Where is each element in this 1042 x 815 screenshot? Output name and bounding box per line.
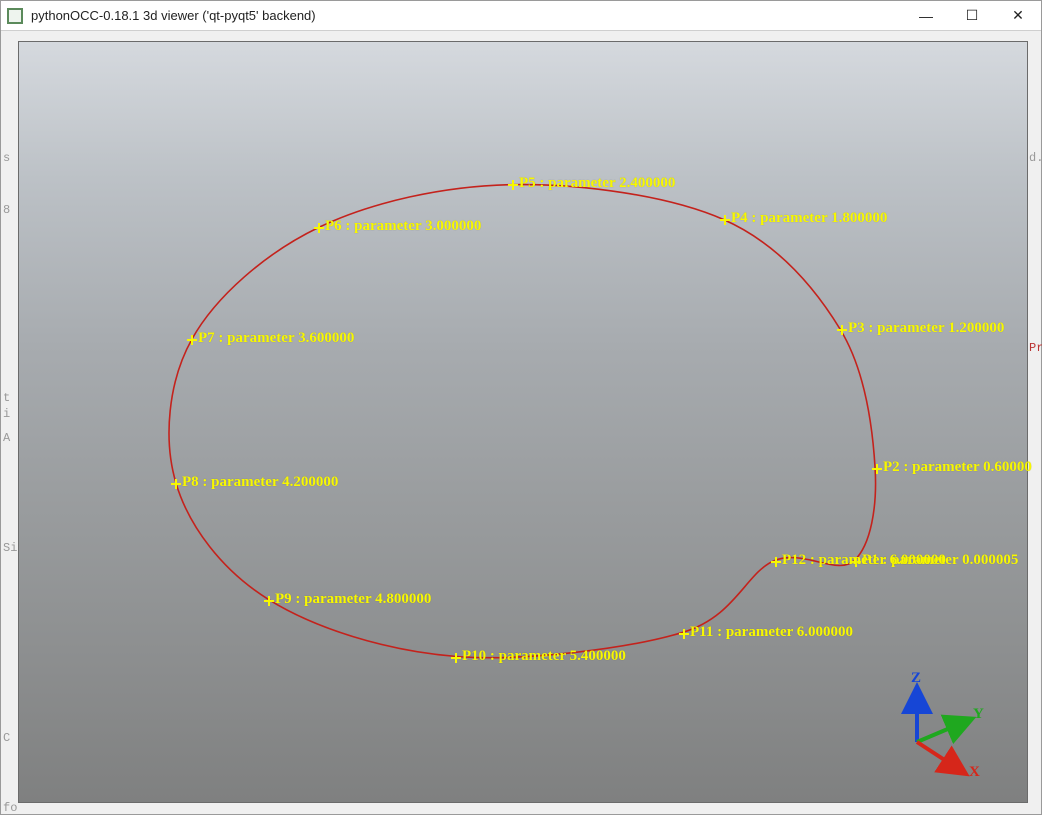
axis-trihedron: Z Y X	[877, 672, 987, 782]
point-marker-p3	[837, 325, 847, 335]
minimize-button[interactable]: —	[903, 1, 949, 30]
point-marker-p4	[720, 215, 730, 225]
bg-fragment: i	[3, 407, 10, 421]
point-label-p4: P4 : parameter 1.800000	[731, 210, 887, 227]
point-label-p5: P5 : parameter 2.400000	[519, 175, 675, 192]
window-controls: — ☐ ✕	[903, 1, 1041, 30]
point-marker-p2	[872, 464, 882, 474]
point-label-p6: P6 : parameter 3.000000	[325, 218, 481, 235]
axis-x-label: X	[969, 764, 980, 781]
close-button[interactable]: ✕	[995, 1, 1041, 30]
point-label-p8: P8 : parameter 4.200000	[182, 474, 338, 491]
axis-y-label: Y	[973, 706, 984, 723]
bg-fragment: C	[3, 731, 10, 745]
maximize-button[interactable]: ☐	[949, 1, 995, 30]
point-marker-p1	[851, 557, 861, 567]
point-marker-p5	[508, 180, 518, 190]
point-marker-p12	[771, 557, 781, 567]
point-label-p10: P10 : parameter 5.400000	[462, 648, 626, 665]
bg-fragment: Si	[3, 541, 17, 555]
point-label-p1: P1 : parameter 0.000005	[862, 552, 1018, 569]
point-marker-p7	[187, 335, 197, 345]
point-label-p11: P11 : parameter 6.000000	[690, 624, 853, 641]
titlebar[interactable]: pythonOCC-0.18.1 3d viewer ('qt-pyqt5' b…	[1, 1, 1041, 31]
3d-viewer[interactable]: P1 : parameter 0.000005P2 : parameter 0.…	[18, 41, 1028, 803]
bg-fragment: s	[3, 151, 10, 165]
bg-fragment: d.	[1029, 151, 1042, 165]
point-label-p2: P2 : parameter 0.60000	[883, 459, 1032, 476]
bg-fragment: A	[3, 431, 10, 445]
window-title: pythonOCC-0.18.1 3d viewer ('qt-pyqt5' b…	[31, 8, 903, 23]
bg-fragment: Pr	[1029, 341, 1042, 355]
point-marker-p8	[171, 479, 181, 489]
axis-z-label: Z	[911, 670, 921, 687]
curve-shape	[19, 42, 1027, 802]
point-marker-p11	[679, 629, 689, 639]
app-icon	[7, 8, 23, 24]
point-marker-p6	[314, 223, 324, 233]
app-window: pythonOCC-0.18.1 3d viewer ('qt-pyqt5' b…	[0, 0, 1042, 815]
client-area: s8tiASiCfod.Prdisplay.DisplayShape(ci P1…	[1, 31, 1041, 815]
point-marker-p10	[451, 653, 461, 663]
point-label-p12: P12 : parameter 6.000000	[782, 552, 946, 569]
point-label-p7: P7 : parameter 3.600000	[198, 330, 354, 347]
point-label-p9: P9 : parameter 4.800000	[275, 591, 431, 608]
bg-fragment: t	[3, 391, 10, 405]
bg-fragment: 8	[3, 203, 10, 217]
point-marker-p9	[264, 596, 274, 606]
bg-fragment: fo	[3, 801, 17, 815]
point-label-p3: P3 : parameter 1.200000	[848, 320, 1004, 337]
